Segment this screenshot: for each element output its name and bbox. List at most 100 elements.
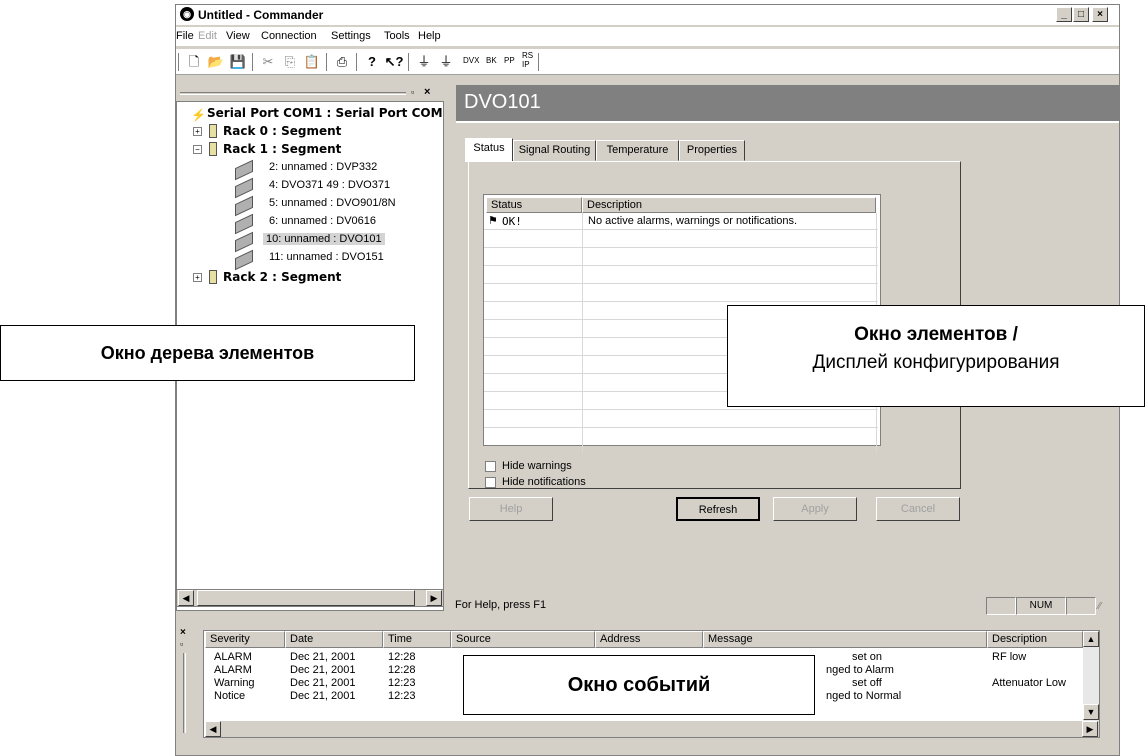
expand-rack2-icon[interactable]: +	[193, 273, 202, 282]
tree-item-rack2[interactable]: Rack 2 : Segment	[223, 270, 341, 284]
help-button[interactable]: Help	[469, 497, 553, 521]
event-hscrollbar[interactable]: ◀ ▶	[205, 721, 1099, 737]
window-title: Untitled - Commander	[198, 8, 324, 22]
close-button[interactable]: ×	[1092, 7, 1108, 22]
scroll-thumb[interactable]	[197, 590, 415, 606]
tree-item-device[interactable]: 11: unnamed : DVO151	[269, 251, 384, 263]
callout-tree-window: Окно дерева элементов	[0, 325, 415, 381]
save-icon[interactable]: 💾	[228, 53, 248, 71]
toolbar-separator	[178, 53, 179, 71]
toolbar-separator	[408, 53, 409, 71]
status-text: For Help, press F1	[455, 599, 547, 611]
scroll-down-icon[interactable]: ▼	[1083, 704, 1099, 720]
connect-icon[interactable]: ⏚	[414, 53, 434, 71]
rack-icon	[209, 124, 217, 138]
close-event-pane-icon[interactable]: ×	[180, 627, 186, 638]
close-pane-icon[interactable]: ×	[424, 86, 430, 98]
refresh-button[interactable]: Refresh	[676, 497, 760, 521]
callout-elements-subtitle: Дисплей конфигурирования	[812, 352, 1060, 373]
menu-connection[interactable]: Connection	[261, 30, 317, 42]
hide-notifications-label: Hide notifications	[502, 476, 586, 488]
event-cell-message: set off	[852, 677, 882, 689]
event-header-description[interactable]: Description	[987, 631, 1083, 648]
event-header-address[interactable]: Address	[595, 631, 703, 648]
scroll-right-icon[interactable]: ▶	[426, 590, 442, 606]
grip-bar[interactable]	[183, 653, 186, 733]
apply-button[interactable]: Apply	[773, 497, 857, 521]
grid-row[interactable]: ⚑ OK! No active alarms, warnings or noti…	[484, 213, 878, 230]
scroll-left-icon[interactable]: ◀	[178, 590, 194, 606]
paste-icon[interactable]: 📋	[302, 53, 322, 71]
collapse-rack1-icon[interactable]: −	[193, 145, 202, 154]
bk-button[interactable]: BK	[486, 56, 497, 65]
toolbar-separator	[538, 53, 539, 71]
tree-item-rack1[interactable]: Rack 1 : Segment	[223, 142, 341, 156]
scroll-right-icon[interactable]: ▶	[1082, 721, 1098, 737]
event-vscrollbar[interactable]: ▲ ▼	[1083, 631, 1099, 721]
restore-pane-icon[interactable]: ▫	[411, 87, 414, 97]
about-icon[interactable]: ?	[362, 53, 382, 71]
event-header-time[interactable]: Time	[383, 631, 451, 648]
callout-elements-title: Окно элементов /	[854, 324, 1018, 345]
status-panel	[1066, 597, 1096, 615]
tree-item-serial-port[interactable]: Serial Port COM1 : Serial Port COM	[207, 106, 443, 120]
grip-bar[interactable]	[180, 92, 406, 95]
device-icon	[235, 231, 253, 253]
grid-row	[484, 285, 878, 302]
tree-scrollbar[interactable]: ◀ ▶	[176, 589, 444, 607]
menu-help[interactable]: Help	[418, 30, 441, 42]
print-icon[interactable]: ⎙	[332, 53, 352, 71]
grid-row	[484, 411, 878, 428]
event-cell-severity: Warning	[214, 677, 255, 689]
restore-event-pane-icon[interactable]: ▫	[180, 639, 183, 649]
cut-icon[interactable]: ✂	[258, 53, 278, 71]
context-help-icon[interactable]: ↖?	[384, 53, 404, 71]
minimize-button[interactable]: _	[1056, 7, 1072, 22]
device-icon	[235, 213, 253, 235]
rack-icon	[209, 270, 217, 284]
event-cell-time: 12:28	[388, 664, 416, 676]
hide-warnings-checkbox[interactable]	[485, 461, 496, 472]
event-header-source[interactable]: Source	[451, 631, 595, 648]
disconnect-icon[interactable]: ⏚	[436, 53, 456, 71]
event-cell-time: 12:23	[388, 677, 416, 689]
dvx-button[interactable]: DVX	[463, 56, 479, 65]
device-icon	[235, 195, 253, 217]
tab-signal-routing[interactable]: Signal Routing	[513, 140, 596, 161]
cancel-button[interactable]: Cancel	[876, 497, 960, 521]
status-panel	[986, 597, 1016, 615]
event-header-message[interactable]: Message	[703, 631, 987, 648]
copy-icon[interactable]: ⎘	[280, 53, 300, 71]
menu-edit[interactable]: Edit	[198, 30, 217, 42]
menu-tools[interactable]: Tools	[384, 30, 410, 42]
grid-header-description[interactable]: Description	[582, 197, 876, 213]
element-header: DVO101	[456, 85, 1119, 123]
scroll-left-icon[interactable]: ◀	[205, 721, 221, 737]
tree-item-device-selected[interactable]: 10: unnamed : DVO101	[263, 233, 385, 245]
menu-file[interactable]: File	[176, 30, 194, 42]
grid-header-status[interactable]: Status	[486, 197, 582, 213]
tab-temperature[interactable]: Temperature	[596, 140, 679, 161]
rs-ip-button[interactable]: RS IP	[522, 51, 533, 69]
tab-status[interactable]: Status	[465, 138, 513, 162]
maximize-button[interactable]: □	[1073, 7, 1089, 22]
pp-button[interactable]: PP	[504, 56, 515, 65]
title-bar: ◉ Untitled - Commander _ □ ×	[176, 5, 1119, 25]
hide-notifications-checkbox[interactable]	[485, 477, 496, 488]
event-header-date[interactable]: Date	[285, 631, 383, 648]
tree-item-device[interactable]: 6: unnamed : DV0616	[269, 215, 376, 227]
event-header-severity[interactable]: Severity	[205, 631, 285, 648]
grid-cell-status: OK!	[502, 215, 522, 228]
resize-grip-icon[interactable]: ⁄⁄	[1098, 601, 1101, 612]
new-file-icon[interactable]: 🗋	[184, 53, 204, 71]
menu-view[interactable]: View	[226, 30, 250, 42]
tree-item-rack0[interactable]: Rack 0 : Segment	[223, 124, 341, 138]
menu-settings[interactable]: Settings	[331, 30, 371, 42]
tree-item-device[interactable]: 5: unnamed : DVO901/8N	[269, 197, 396, 209]
tree-item-device[interactable]: 2: unnamed : DVP332	[269, 161, 377, 173]
tree-item-device[interactable]: 4: DVO371 49 : DVO371	[269, 179, 390, 191]
scroll-up-icon[interactable]: ▲	[1083, 631, 1099, 647]
expand-rack0-icon[interactable]: +	[193, 127, 202, 136]
open-folder-icon[interactable]: 📂	[206, 53, 226, 71]
tab-properties[interactable]: Properties	[679, 140, 745, 161]
